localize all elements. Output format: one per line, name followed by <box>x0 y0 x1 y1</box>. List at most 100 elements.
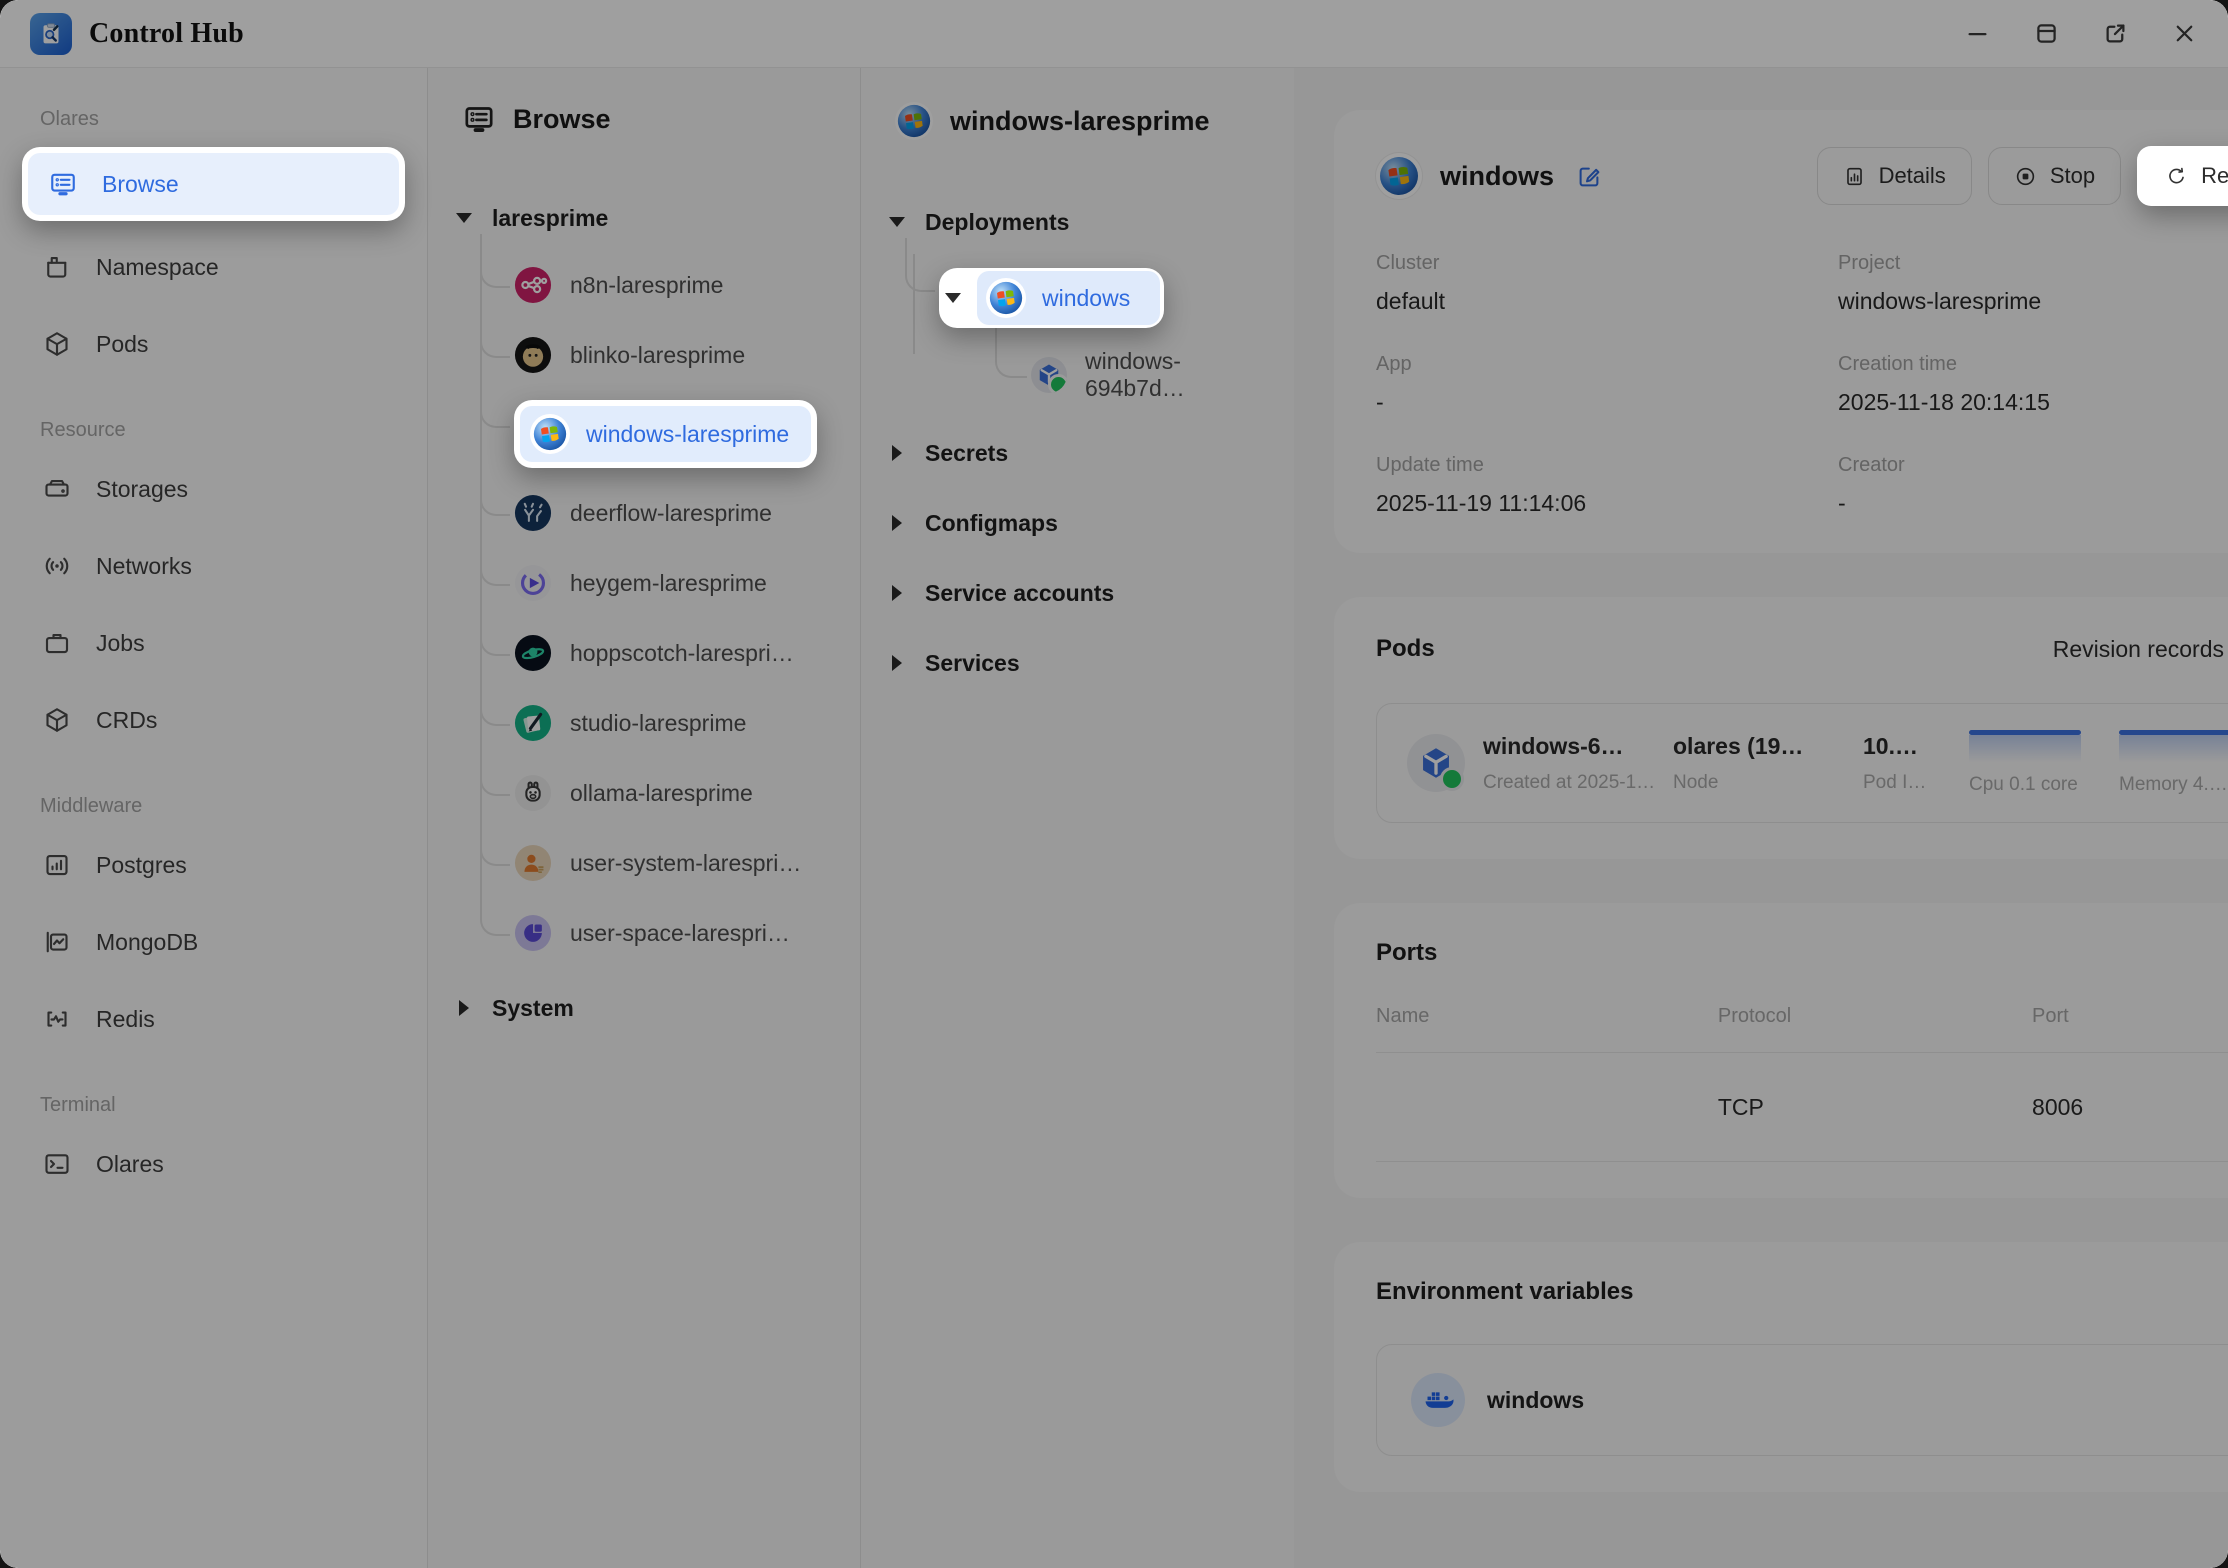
pod-cube-icon <box>1407 734 1465 792</box>
sidebar-item-networks[interactable]: Networks <box>22 535 405 597</box>
field-app: App - <box>1376 353 1838 416</box>
tree-node-label: Services <box>925 650 1020 677</box>
caret-right-icon[interactable] <box>887 445 907 461</box>
jobs-icon <box>42 628 72 658</box>
tree-item-ollama[interactable]: ollama-laresprime <box>514 758 834 828</box>
tree-item-label: blinko-laresprime <box>570 342 745 369</box>
storage-icon <box>42 474 72 504</box>
tree-item-n8n[interactable]: n8n-laresprime <box>514 250 834 320</box>
restart-button[interactable]: Restart <box>2137 146 2228 206</box>
revision-records-link[interactable]: Revision records <box>2053 636 2224 663</box>
terminal-icon <box>42 1149 72 1179</box>
field-cluster: Cluster default <box>1376 252 1838 315</box>
browse-panel-header: Browse <box>454 102 834 136</box>
tree-item-user-system[interactable]: user-system-larespri… <box>514 828 834 898</box>
sidebar-section-olares: Olares <box>22 108 405 131</box>
tree-item-label: ollama-laresprime <box>570 780 753 807</box>
port-protocol-cell: TCP <box>1718 1094 2032 1121</box>
tree-item-label: user-system-larespri… <box>570 850 801 877</box>
resource-groups: Secrets Configmaps Service accounts Serv… <box>887 418 1268 698</box>
maximize-icon[interactable] <box>2033 20 2060 47</box>
sidebar-item-storages[interactable]: Storages <box>22 458 405 520</box>
overview-fields: Cluster default Project windows-larespri… <box>1376 252 2228 517</box>
pods-card: Pods Revision records <box>1334 597 2228 859</box>
caret-down-icon[interactable] <box>454 213 474 223</box>
tree-item-windows-pod[interactable]: windows-694b7d… <box>1031 342 1268 408</box>
caret-right-icon[interactable] <box>887 585 907 601</box>
field-project: Project windows-laresprime <box>1838 252 2228 315</box>
detail-panel-title: windows-laresprime <box>950 106 1210 137</box>
sidebar-item-jobs[interactable]: Jobs <box>22 612 405 674</box>
docker-whale-icon <box>1411 1373 1465 1427</box>
caret-down-icon[interactable] <box>887 217 907 227</box>
sidebar-item-pods[interactable]: Pods <box>22 313 405 375</box>
tree-item-user-space[interactable]: user-space-larespri… <box>514 898 834 968</box>
close-icon[interactable] <box>2171 20 2198 47</box>
sidebar-section-middleware: Middleware <box>22 795 405 818</box>
pod-name-cell: windows-6… Created at 2025-1… <box>1483 733 1655 794</box>
detail-panel: windows-laresprime Deployments <box>860 68 1294 1568</box>
details-button[interactable]: Details <box>1817 147 1972 205</box>
pods-icon <box>42 329 72 359</box>
ports-table-header: Name Protocol Port <box>1376 1005 2228 1053</box>
tree-item-heygem[interactable]: heygem-laresprime <box>514 548 834 618</box>
main-panel: windows Details Stop <box>1294 68 2228 1568</box>
pod-ip-cell: 10.… Pod I… <box>1863 733 1951 794</box>
tree-item-label: n8n-laresprime <box>570 272 723 299</box>
tree-item-deerflow[interactable]: deerflow-laresprime <box>514 478 834 548</box>
sidebar-item-mongodb[interactable]: MongoDB <box>22 911 405 973</box>
resource-tree: Deployments windows <box>887 190 1268 698</box>
stop-button[interactable]: Stop <box>1988 147 2121 205</box>
browse-panel-title: Browse <box>513 104 611 135</box>
sidebar-item-label: Browse <box>102 171 179 198</box>
tree-item-studio[interactable]: studio-laresprime <box>514 688 834 758</box>
field-update-time: Update time 2025-11-19 11:14:06 <box>1376 454 1838 517</box>
sidebar-item-label: Pods <box>96 331 148 358</box>
tree-node-service-accounts[interactable]: Service accounts <box>887 558 1268 628</box>
caret-right-icon[interactable] <box>887 515 907 531</box>
sidebar-item-namespace[interactable]: Namespace <box>22 236 405 298</box>
sidebar-item-postgres[interactable]: Postgres <box>22 834 405 896</box>
tree-node-secrets[interactable]: Secrets <box>887 418 1268 488</box>
tree-node-laresprime[interactable]: laresprime <box>454 186 834 250</box>
tree-node-deployments[interactable]: Deployments <box>887 190 1268 254</box>
tree-item-hoppscotch[interactable]: hoppscotch-larespri… <box>514 618 834 688</box>
sidebar-item-browse[interactable]: Browse <box>28 153 399 215</box>
app-brand: Control Hub <box>30 13 244 55</box>
caret-right-icon[interactable] <box>887 655 907 671</box>
tree-node-system[interactable]: System <box>454 976 834 1040</box>
tree-item-windows-deployment-selected[interactable]: windows <box>977 271 1160 325</box>
sidebar-item-terminal-olares[interactable]: Olares <box>22 1133 405 1195</box>
sidebar-item-label: Networks <box>96 553 192 580</box>
caret-right-icon[interactable] <box>454 1000 474 1016</box>
edit-icon[interactable] <box>1576 163 1603 190</box>
sidebar-item-redis[interactable]: Redis <box>22 988 405 1050</box>
crd-icon <box>42 705 72 735</box>
table-row: TCP 8006 <box>1376 1053 2228 1162</box>
tree-node-label: Secrets <box>925 440 1008 467</box>
tree-node-label: Configmaps <box>925 510 1058 537</box>
open-external-icon[interactable] <box>2102 20 2129 47</box>
deployment-identity: windows <box>1376 153 1603 199</box>
user-space-app-icon <box>514 914 552 952</box>
tree-node-services[interactable]: Services <box>887 628 1268 698</box>
spotlight-windows-deployment: windows <box>939 268 1164 328</box>
tree-item-windows-laresprime-selected[interactable]: windows-laresprime <box>520 406 811 462</box>
tree-node-configmaps[interactable]: Configmaps <box>887 488 1268 558</box>
sidebar-item-crds[interactable]: CRDs <box>22 689 405 751</box>
app-title: Control Hub <box>89 18 244 50</box>
tree-item-blinko[interactable]: blinko-laresprime <box>514 320 834 390</box>
pods-title: Pods <box>1376 635 1435 663</box>
namespace-tree: laresprime n8n-laresprime blinko-larespr <box>454 186 834 1040</box>
deployment-name: windows <box>1440 161 1554 192</box>
column-port: Port <box>2032 1005 2228 1028</box>
restart-icon <box>2165 165 2188 188</box>
window-controls <box>1964 20 2198 47</box>
minimize-icon[interactable] <box>1964 20 1991 47</box>
windows-app-icon <box>986 278 1026 318</box>
tree-item-label: user-space-larespri… <box>570 920 790 947</box>
pod-row[interactable]: windows-6… Created at 2025-1… olares (19… <box>1376 703 2228 823</box>
env-container-row[interactable]: windows <box>1376 1344 2228 1456</box>
caret-down-icon[interactable] <box>943 293 963 303</box>
pod-cpu-cell: Cpu 0.1 core <box>1969 730 2101 796</box>
